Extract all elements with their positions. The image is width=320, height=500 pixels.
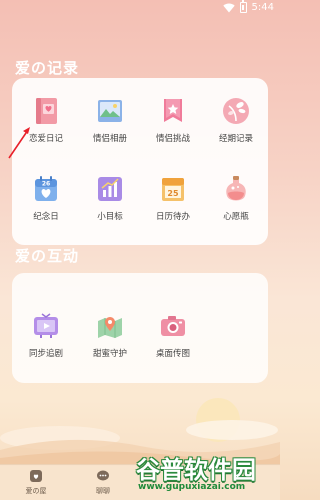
status-bar: 5:44 <box>0 0 280 18</box>
item-label: 纪念日 <box>33 212 59 222</box>
status-time: 5:44 <box>251 2 274 13</box>
item-label: 情侣相册 <box>92 134 127 144</box>
annotation-arrow <box>8 127 30 159</box>
item-small-goal[interactable]: 小目标 <box>80 174 140 240</box>
section-title-interact: 爱の互动 <box>15 247 80 265</box>
period-flower-icon <box>223 98 249 124</box>
item-sync-watch[interactable]: 同步追剧 <box>16 311 76 377</box>
svg-text:25: 25 <box>167 189 179 198</box>
chat-bubble-icon <box>97 470 109 481</box>
photo-album-icon <box>98 100 122 122</box>
watermark: 谷普软件园 www.gupuxiazai.com <box>136 450 278 498</box>
battery-icon <box>239 0 247 13</box>
nav-chat[interactable]: 聊聊 <box>83 469 123 496</box>
item-label: 经期记录 <box>218 134 253 144</box>
watermark-url: www.gupuxiazai.com <box>138 482 246 492</box>
item-label: 同步追剧 <box>28 349 63 359</box>
status-icons: 5:44 <box>222 0 274 13</box>
camera-icon <box>161 316 185 336</box>
item-label: 情侣挑战 <box>155 134 190 144</box>
item-label: 桌面传图 <box>155 349 190 359</box>
item-sweet-guard[interactable]: 甜蜜守护 <box>80 311 140 377</box>
challenge-badge-icon <box>164 99 182 122</box>
map-pin-icon <box>98 317 122 338</box>
interact-card: 同步追剧 甜蜜守护 桌面传图 <box>12 273 268 383</box>
item-calendar-todo[interactable]: 25 日历待办 <box>143 174 203 240</box>
item-desktop-photo[interactable]: 桌面传图 <box>143 311 203 377</box>
svg-text:26: 26 <box>42 181 50 188</box>
item-couple-album[interactable]: 情侣相册 <box>80 96 140 162</box>
anniversary-calendar-icon: 26 <box>35 176 57 201</box>
item-label: 小目标 <box>97 212 123 222</box>
nav-label: 爱の屋 <box>25 487 47 495</box>
section-title-records: 爱の记录 <box>15 59 80 77</box>
calendar-todo-icon: 25 <box>162 178 184 201</box>
item-label: 日历待办 <box>155 212 190 222</box>
item-couple-challenge[interactable]: 情侣挑战 <box>143 96 203 162</box>
goal-chart-icon <box>98 177 122 201</box>
item-wish-bottle[interactable]: 心愿瓶 <box>206 174 266 240</box>
nav-home[interactable]: 爱の屋 <box>16 469 56 496</box>
item-label: 甜蜜守护 <box>92 349 127 359</box>
wish-bottle-icon <box>226 176 246 201</box>
records-card: 恋爱日记 情侣相册 情侣挑战 经期记录 26 纪念日 小目标 25 日历待办 心… <box>12 78 268 245</box>
item-anniversary[interactable]: 26 纪念日 <box>16 174 76 240</box>
tv-play-icon <box>34 313 58 338</box>
nav-label: 聊聊 <box>96 487 110 495</box>
watermark-title: 谷普软件园 <box>136 456 256 484</box>
wifi-icon <box>222 3 235 12</box>
item-label: 心愿瓶 <box>223 212 249 222</box>
item-period-record[interactable]: 经期记录 <box>206 96 266 162</box>
home-icon <box>30 470 42 482</box>
